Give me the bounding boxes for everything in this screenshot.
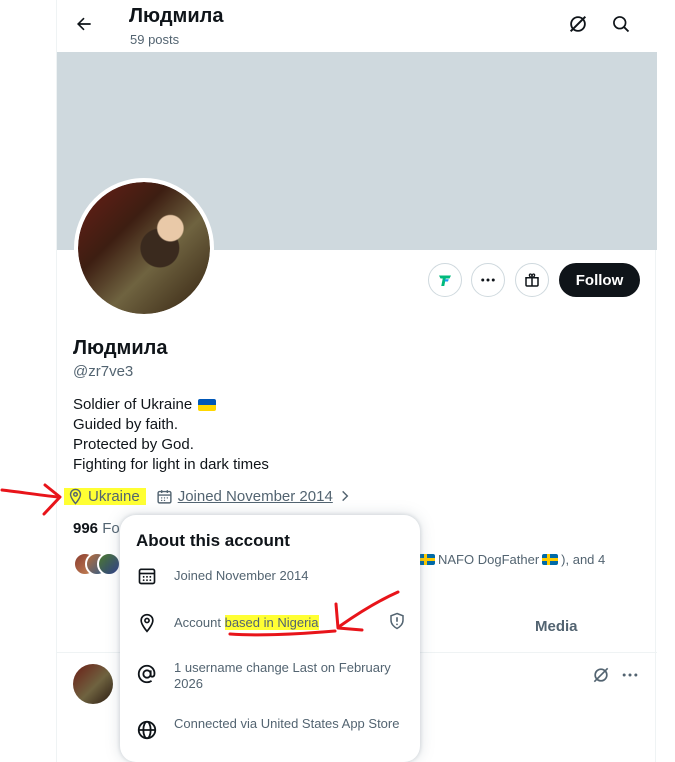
gift-button[interactable] (515, 263, 549, 297)
popover-title: About this account (136, 531, 290, 550)
connected-via-text: Connected via United States App Store (174, 716, 400, 731)
post-more-button[interactable] (620, 665, 640, 690)
location-pin-icon (140, 613, 154, 633)
avatar (97, 552, 121, 576)
gift-icon (525, 273, 539, 287)
joined-text: Joined November 2014 (177, 487, 333, 505)
profile-header: Людмила 59 posts (57, 0, 657, 52)
bio-line: Protected by God. (73, 436, 194, 453)
post-avatar[interactable] (73, 664, 113, 704)
joined-text: Joined November 2014 (174, 568, 309, 583)
arrow-left-icon (77, 17, 91, 31)
popover-item-joined: Joined November 2014 (136, 565, 406, 587)
shield-icon (390, 612, 404, 630)
followed-by-name: NAFO DogFather (438, 552, 540, 567)
location-text: Ukraine (88, 487, 140, 505)
chevron-right-icon (341, 490, 349, 502)
location-highlight: based in Nigeria (224, 615, 319, 630)
at-sign-icon (137, 664, 156, 684)
joined-date-link[interactable]: Joined November 2014 (156, 488, 352, 505)
popover-item-location: Account based in Nigeria (136, 612, 406, 634)
popover-item-username-changes: 1 username change Last on February 2026 (136, 657, 406, 692)
followed-by-suffix: ), and 4 (561, 552, 606, 567)
following-stat[interactable]: 996 Fo (73, 520, 120, 537)
bio-line: Soldier of Ukraine (73, 396, 193, 413)
following-label: Fo (102, 520, 120, 537)
follow-button[interactable]: Follow (559, 263, 640, 297)
grok-button[interactable] (591, 665, 611, 690)
profile-avatar[interactable] (74, 178, 214, 318)
globe-icon (137, 720, 157, 740)
sweden-flag-icon (542, 554, 559, 565)
more-horizontal-icon (622, 673, 638, 677)
post-count: 59 posts (130, 32, 180, 47)
more-options-button[interactable] (471, 263, 505, 297)
header-title: Людмила (129, 5, 224, 27)
grok-icon (569, 15, 587, 33)
profile-location: Ukraine (64, 487, 146, 505)
about-account-popover: About this account Joined November 2014 … (120, 515, 420, 762)
username-change-text: 1 username change Last on February 2026 (174, 660, 391, 691)
bio-line: Guided by faith. (73, 416, 179, 433)
subscribe-button[interactable] (428, 263, 462, 297)
profile-meta: Ukraine Joined November 2014 (64, 486, 352, 506)
back-button[interactable] (69, 9, 99, 39)
search-button[interactable] (609, 12, 633, 36)
tab-media[interactable]: Media (535, 618, 578, 635)
bio-line: Fighting for light in dark times (73, 456, 269, 473)
subscribe-icon (439, 275, 451, 286)
grok-button[interactable] (566, 12, 590, 36)
more-horizontal-icon (481, 278, 495, 282)
grok-icon (593, 667, 609, 683)
profile-bio: Soldier of Ukraine Guided by faith. Prot… (73, 395, 269, 475)
popover-item-connected-via: Connected via United States App Store (136, 713, 406, 741)
profile-name: Людмила (73, 337, 168, 359)
profile-handle: @zr7ve3 (73, 363, 134, 380)
sweden-flag-icon (419, 554, 435, 565)
verify-shield-button[interactable] (388, 612, 406, 635)
ukraine-flag-icon (198, 399, 217, 411)
calendar-icon (138, 568, 156, 585)
location-prefix: Account (174, 615, 225, 630)
following-count: 996 (73, 520, 99, 537)
calendar-icon (157, 489, 172, 504)
followed-by-text[interactable]: NAFO DogFather ), and 4 (419, 552, 605, 567)
location-pin-icon (69, 488, 82, 505)
search-icon (613, 16, 630, 33)
